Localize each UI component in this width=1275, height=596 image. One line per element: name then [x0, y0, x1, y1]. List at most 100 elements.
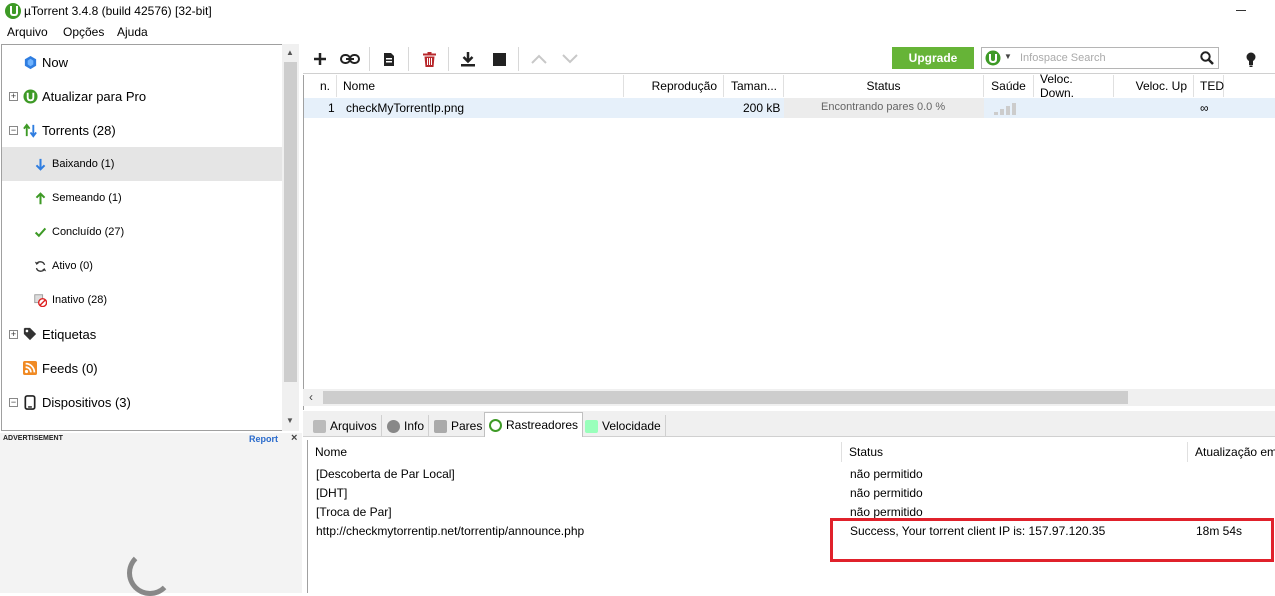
- tab-arquivos[interactable]: Arquivos: [309, 415, 382, 437]
- table-row[interactable]: 1 checkMyTorrentIp.png 200 kB Encontrand…: [304, 98, 1275, 118]
- info-icon: [387, 419, 400, 433]
- sidebar-item-torrents[interactable]: − Torrents (28): [2, 113, 282, 147]
- tab-pares[interactable]: Pares: [430, 415, 488, 437]
- scroll-down-icon[interactable]: ▼: [286, 416, 294, 425]
- col-header-status[interactable]: Status: [784, 75, 984, 97]
- sidebar-item-label: Dispositivos (3): [42, 394, 131, 410]
- start-download-button[interactable]: [457, 48, 479, 70]
- move-down-button[interactable]: [559, 48, 581, 70]
- tab-label: Arquivos: [330, 419, 377, 433]
- menu-opcoes[interactable]: Opções: [63, 25, 104, 39]
- refresh-icon: [32, 258, 48, 274]
- title-bar: µTorrent 3.4.8 (build 42576) [32-bit]: [0, 0, 1275, 22]
- search-input[interactable]: [1020, 50, 1195, 66]
- col-header-tracker-update[interactable]: Atualização em: [1188, 442, 1275, 462]
- col-header-tracker-status[interactable]: Status: [842, 442, 1188, 462]
- menu-ajuda[interactable]: Ajuda: [117, 25, 148, 39]
- tab-label: Pares: [451, 419, 483, 433]
- sidebar-item-etiquetas[interactable]: + Etiquetas: [2, 317, 282, 351]
- collapse-icon[interactable]: −: [9, 125, 18, 135]
- sidebar-item-semeando[interactable]: Semeando (1): [2, 181, 282, 215]
- tracker-name: [DHT]: [316, 486, 348, 500]
- col-header-tracker-name[interactable]: Nome: [308, 442, 842, 462]
- sidebar-item-label: Atualizar para Pro: [42, 88, 147, 104]
- tab-label: Info: [404, 419, 425, 433]
- expand-icon[interactable]: +: [9, 91, 18, 101]
- phone-icon: [22, 394, 38, 410]
- upgrade-button[interactable]: Upgrade: [892, 47, 974, 69]
- sidebar-item-ativo[interactable]: Ativo (0): [2, 249, 282, 283]
- torrent-list: n. Nome Reprodução Taman... Status Saúde…: [303, 72, 1275, 410]
- row-status: Encontrando pares 0.0 %: [821, 101, 946, 113]
- utorrent-search-logo-icon[interactable]: [985, 50, 1001, 69]
- tracker-name: [Troca de Par]: [316, 505, 392, 519]
- col-header-playback[interactable]: Reprodução: [624, 75, 724, 97]
- list-horizontal-scrollbar[interactable]: ‹: [303, 389, 1275, 406]
- col-header-eta[interactable]: TED: [1194, 75, 1224, 97]
- create-torrent-button[interactable]: [378, 48, 400, 70]
- sidebar-item-label: Torrents (28): [42, 122, 116, 138]
- tracker-status: não permitido: [850, 467, 923, 481]
- torrents-updown-icon: [22, 122, 38, 138]
- tab-info[interactable]: Info: [383, 415, 430, 437]
- search-box: ▼: [981, 47, 1219, 69]
- tracker-status: não permitido: [850, 486, 923, 500]
- sidebar-item-baixando[interactable]: Baixando (1): [2, 147, 282, 181]
- loading-spinner-icon: [127, 550, 173, 596]
- collapse-icon[interactable]: −: [9, 397, 18, 407]
- toolbar-separator: [518, 47, 519, 71]
- tag-icon: [22, 326, 38, 342]
- minimize-button[interactable]: [1236, 10, 1246, 11]
- speed-graph-icon: [585, 419, 598, 433]
- toolbar-separator: [408, 47, 409, 71]
- col-header-name[interactable]: Nome: [337, 75, 624, 97]
- col-header-size[interactable]: Taman...: [724, 75, 784, 97]
- sidebar-item-label: Feeds (0): [42, 360, 98, 376]
- col-header-number[interactable]: n.: [304, 75, 337, 97]
- sidebar-item-inativo[interactable]: Inativo (28): [2, 283, 282, 317]
- scroll-up-icon[interactable]: ▲: [286, 48, 294, 57]
- menu-arquivo[interactable]: Arquivo: [7, 25, 48, 39]
- tab-velocidade[interactable]: Velocidade: [581, 415, 666, 437]
- add-torrent-button[interactable]: [309, 48, 331, 70]
- sidebar-item-feeds[interactable]: Feeds (0): [2, 351, 282, 385]
- search-icon[interactable]: [1200, 51, 1214, 68]
- scrollbar-thumb[interactable]: [323, 391, 1128, 404]
- sidebar-item-atualizar-pro[interactable]: + Atualizar para Pro: [2, 79, 282, 113]
- sidebar-scrollbar[interactable]: ▲ ▼: [282, 44, 299, 431]
- sidebar-item-label: Ativo (0): [52, 260, 93, 272]
- trackers-table: Nome Status Atualização em [Descoberta d…: [307, 440, 1275, 593]
- toolbar-separator: [448, 47, 449, 71]
- detail-tabs: Arquivos Info Pares Rastreadores Velocid…: [303, 411, 1275, 437]
- sidebar-item-dispositivos[interactable]: − Dispositivos (3): [2, 385, 282, 419]
- move-up-button[interactable]: [528, 48, 550, 70]
- col-header-down-speed[interactable]: Veloc. Down.: [1034, 72, 1114, 100]
- close-ad-icon[interactable]: ×: [291, 432, 297, 444]
- expand-icon[interactable]: +: [9, 329, 18, 339]
- sidebar-item-now[interactable]: Now: [2, 45, 282, 79]
- col-header-health[interactable]: Saúde: [984, 75, 1034, 97]
- now-globe-icon: [22, 54, 38, 70]
- scrollbar-thumb[interactable]: [284, 62, 297, 382]
- download-arrow-icon: [32, 156, 48, 172]
- tab-label: Rastreadores: [506, 418, 579, 432]
- search-provider-dropdown-icon[interactable]: ▼: [1004, 52, 1012, 61]
- delete-trash-button[interactable]: [418, 48, 440, 70]
- rss-icon: [22, 360, 38, 376]
- notifications-bulb-button[interactable]: [1240, 48, 1262, 70]
- sidebar-item-label: Now: [42, 54, 69, 70]
- row-name: checkMyTorrentIp.png: [346, 101, 465, 115]
- stop-button[interactable]: [488, 48, 510, 70]
- sidebar-item-concluido[interactable]: Concluído (27): [2, 215, 282, 249]
- utorrent-logo-icon: [5, 3, 21, 19]
- add-link-button[interactable]: [339, 48, 361, 70]
- checkmark-icon: [32, 224, 48, 240]
- col-header-up-speed[interactable]: Veloc. Up: [1114, 75, 1194, 97]
- scroll-left-icon[interactable]: ‹: [309, 390, 313, 404]
- upload-arrow-icon: [32, 190, 48, 206]
- toolbar: Upgrade ▼: [303, 44, 1275, 74]
- ad-label: ADVERTISEMENT: [3, 435, 63, 442]
- tab-rastreadores[interactable]: Rastreadores: [484, 412, 584, 437]
- sidebar-item-label: Concluído (27): [52, 226, 125, 238]
- report-link[interactable]: Report: [249, 434, 278, 444]
